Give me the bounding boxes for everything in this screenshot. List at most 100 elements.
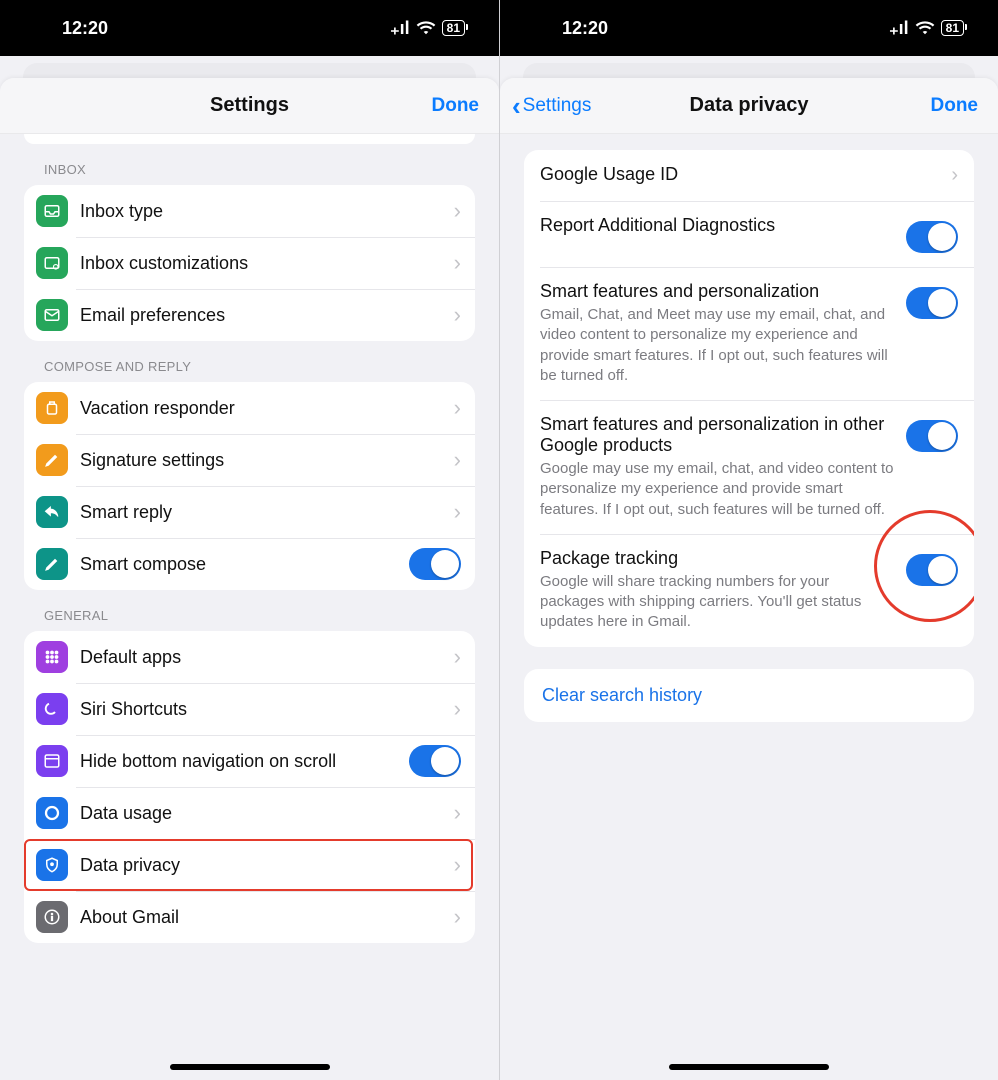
mail-icon [36, 299, 68, 331]
battery-icon: 81 [442, 20, 465, 36]
cellular-icon: ₊ıl [889, 18, 909, 39]
section-label: INBOX [0, 144, 499, 185]
toggle-smart-compose[interactable] [409, 548, 461, 580]
row-subtitle: Google will share tracking numbers for y… [540, 572, 894, 633]
row-label: Hide bottom navigation on scroll [80, 751, 409, 772]
done-button[interactable]: Done [432, 78, 480, 134]
clock: 12:20 [562, 18, 608, 39]
section-label: COMPOSE AND REPLY [0, 341, 499, 382]
row-label: About Gmail [80, 907, 454, 928]
chevron-right-icon: › [454, 397, 461, 419]
chevron-right-icon: › [454, 304, 461, 326]
row-vacation[interactable]: Vacation responder› [24, 382, 475, 434]
row-default-apps[interactable]: Default apps› [24, 631, 475, 683]
row-data-privacy[interactable]: Data privacy› [24, 839, 475, 891]
row-smart-reply[interactable]: Smart reply› [24, 486, 475, 538]
tray-gear-icon [36, 247, 68, 279]
row-label: Inbox customizations [80, 253, 454, 274]
privacy-group: Google Usage ID› Report Additional Diagno… [524, 150, 974, 647]
wifi-icon [915, 21, 935, 35]
chevron-right-icon: › [454, 252, 461, 274]
back-button[interactable]: ‹ Settings [512, 78, 591, 134]
row-label: Smart reply [80, 502, 454, 523]
row-title: Smart features and personalization [540, 281, 894, 302]
row-email-prefs[interactable]: Email preferences› [24, 289, 475, 341]
toggle-smart-other[interactable] [906, 420, 958, 452]
chevron-right-icon: › [454, 854, 461, 876]
shield-icon [36, 849, 68, 881]
reply-icon [36, 496, 68, 528]
row-label: Email preferences [80, 305, 454, 326]
toggle-hide-nav[interactable] [409, 745, 461, 777]
row-package-tracking[interactable]: Package tracking Google will share tracki… [524, 534, 974, 647]
row-smart-other[interactable]: Smart features and personalization in ot… [524, 400, 974, 534]
chevron-right-icon: › [951, 164, 958, 187]
header-title: Settings [210, 94, 289, 117]
settings-list[interactable]: INBOXInbox type›Inbox customizations›Ema… [0, 134, 499, 1080]
pencil-icon [36, 548, 68, 580]
settings-group: Default apps›Siri Shortcuts›Hide bottom … [24, 631, 475, 943]
chevron-right-icon: › [454, 501, 461, 523]
chevron-right-icon: › [454, 802, 461, 824]
back-label: Settings [523, 95, 592, 117]
row-siri[interactable]: Siri Shortcuts› [24, 683, 475, 735]
statusbar: 12:20 ₊ıl 81 [0, 0, 499, 56]
row-label: Signature settings [80, 450, 454, 471]
row-title: Package tracking [540, 548, 894, 569]
statusbar: 12:20 ₊ıl 81 [500, 0, 998, 56]
row-data-usage[interactable]: Data usage› [24, 787, 475, 839]
privacy-list[interactable]: Google Usage ID› Report Additional Diagno… [500, 134, 998, 1080]
wifi-icon [416, 21, 436, 35]
home-indicator[interactable] [170, 1064, 330, 1070]
siri-icon [36, 693, 68, 725]
row-about[interactable]: About Gmail› [24, 891, 475, 943]
chevron-right-icon: › [454, 449, 461, 471]
partial-top-group [24, 134, 475, 144]
row-smart-compose[interactable]: Smart compose [24, 538, 475, 590]
phone-left: 12:20 ₊ıl 81 Settings Done INBOXInbox ty… [0, 0, 499, 1080]
clock: 12:20 [62, 18, 108, 39]
settings-sheet: Settings Done INBOXInbox type›Inbox cust… [0, 78, 499, 1080]
row-hide-nav[interactable]: Hide bottom navigation on scroll [24, 735, 475, 787]
chevron-right-icon: › [454, 906, 461, 928]
row-usage-id[interactable]: Google Usage ID› [524, 150, 974, 201]
phone-right: 12:20 ₊ıl 81 ‹ Settings Data privacy Don… [499, 0, 998, 1080]
home-indicator[interactable] [669, 1064, 829, 1070]
luggage-icon [36, 392, 68, 424]
settings-header: Settings Done [0, 78, 499, 134]
row-inbox-custom[interactable]: Inbox customizations› [24, 237, 475, 289]
clear-search-history-button[interactable]: Clear search history [524, 669, 974, 722]
settings-group: Inbox type›Inbox customizations›Email pr… [24, 185, 475, 341]
section-label: GENERAL [0, 590, 499, 631]
row-title: Smart features and personalization in ot… [540, 414, 894, 456]
row-signature[interactable]: Signature settings› [24, 434, 475, 486]
toggle-smart-gmail[interactable] [906, 287, 958, 319]
row-inbox-type[interactable]: Inbox type› [24, 185, 475, 237]
row-label: Inbox type [80, 201, 454, 222]
info-icon [36, 901, 68, 933]
row-subtitle: Google may use my email, chat, and video… [540, 459, 894, 520]
row-label: Data usage [80, 803, 454, 824]
row-label: Vacation responder [80, 398, 454, 419]
pencil-icon [36, 444, 68, 476]
circle-icon [36, 797, 68, 829]
data-privacy-sheet: ‹ Settings Data privacy Done Google Usag… [500, 78, 998, 1080]
row-subtitle: Gmail, Chat, and Meet may use my email, … [540, 305, 894, 386]
toggle-diagnostics[interactable] [906, 221, 958, 253]
chevron-right-icon: › [454, 646, 461, 668]
row-smart-gmail[interactable]: Smart features and personalization Gmail,… [524, 267, 974, 400]
toggle-package-tracking[interactable] [906, 554, 958, 586]
row-diagnostics[interactable]: Report Additional Diagnostics [524, 201, 974, 267]
battery-icon: 81 [941, 20, 964, 36]
done-button[interactable]: Done [931, 78, 979, 134]
row-label: Data privacy [80, 855, 454, 876]
grid-icon [36, 641, 68, 673]
tray-icon [36, 195, 68, 227]
row-title: Report Additional Diagnostics [540, 215, 894, 236]
row-label: Default apps [80, 647, 454, 668]
privacy-header: ‹ Settings Data privacy Done [500, 78, 998, 134]
window-icon [36, 745, 68, 777]
chevron-right-icon: › [454, 200, 461, 222]
settings-group: Vacation responder›Signature settings›Sm… [24, 382, 475, 590]
header-title: Data privacy [690, 94, 809, 117]
